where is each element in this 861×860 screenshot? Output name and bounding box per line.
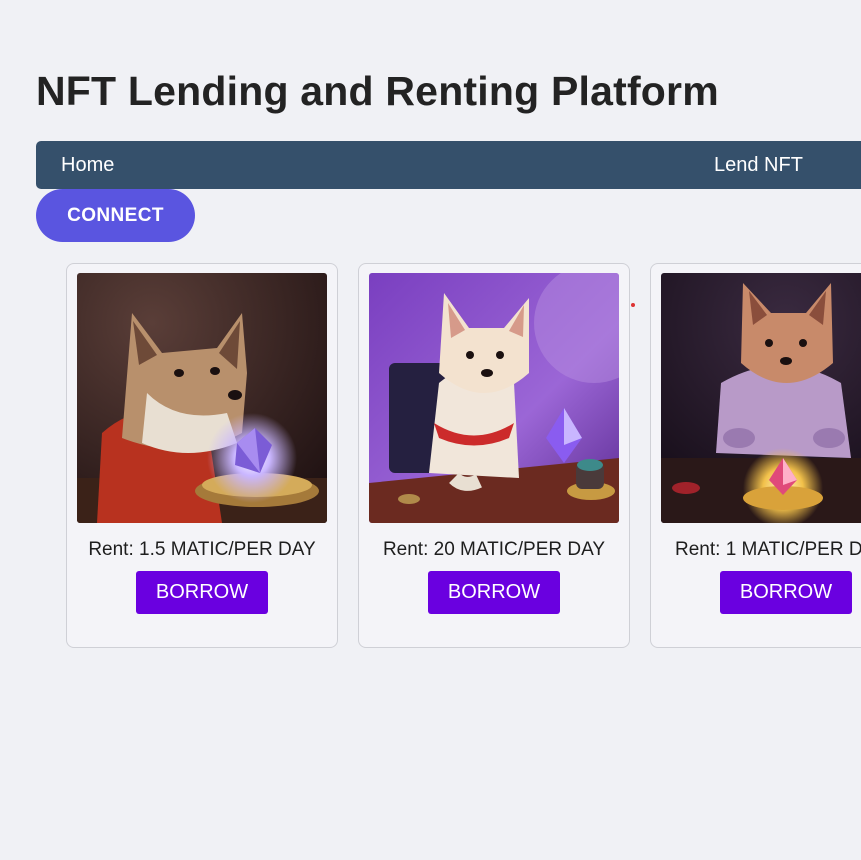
borrow-button[interactable]: BORROW <box>428 571 560 614</box>
rent-price: Rent: 1 MATIC/PER DAY <box>675 539 861 560</box>
borrow-button[interactable]: BORROW <box>720 571 852 614</box>
nft-card: Rent: 1.5 MATIC/PER DAY BORROW <box>66 263 338 648</box>
nft-card: Rent: 1 MATIC/PER DAY BORROW <box>650 263 861 648</box>
app-page: NFT Lending and Renting Platform Home Le… <box>0 0 861 860</box>
page-title: NFT Lending and Renting Platform <box>36 68 719 114</box>
nft-image-shiba-3 <box>661 273 861 523</box>
borrow-button[interactable]: BORROW <box>136 571 268 614</box>
nav-home-link[interactable]: Home <box>61 154 114 177</box>
navbar: Home Lend NFT <box>36 141 861 189</box>
connect-wallet-button[interactable]: CONNECT <box>36 189 195 242</box>
rent-price: Rent: 20 MATIC/PER DAY <box>382 539 606 560</box>
decorative-dot <box>631 303 635 307</box>
rent-price: Rent: 1.5 MATIC/PER DAY <box>88 539 316 560</box>
nft-image-shiba-1 <box>77 273 327 523</box>
nft-image-shiba-2 <box>369 273 619 523</box>
nft-card: Rent: 20 MATIC/PER DAY BORROW <box>358 263 630 648</box>
nav-lend-nft-link[interactable]: Lend NFT <box>714 154 803 177</box>
